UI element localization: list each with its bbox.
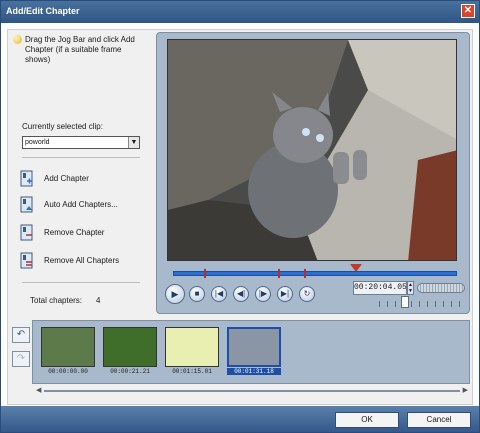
video-preview [167, 39, 457, 261]
stop-icon: ■ [194, 289, 200, 298]
chapter-thumbnail-image [227, 327, 281, 367]
repeat-icon: ↻ [303, 289, 311, 298]
go-to-start-button[interactable]: |◀ [211, 286, 227, 302]
clip-label: Currently selected clip: [22, 122, 103, 131]
dialog-body: Drag the Jog Bar and click Add Chapter (… [7, 29, 473, 405]
jog-bar-handle[interactable] [350, 264, 362, 272]
close-button[interactable]: ✕ [461, 4, 475, 18]
remove-chapter-icon [20, 224, 33, 241]
divider [22, 282, 140, 283]
undo-icon: ↶ [16, 329, 26, 340]
chapter-thumbnail-image [103, 327, 157, 367]
hint-box: Drag the Jog Bar and click Add Chapter (… [13, 35, 143, 65]
redo-icon: ↷ [16, 353, 26, 364]
timecode-field[interactable]: 00:20:04.05 [353, 281, 407, 295]
lightbulb-icon [13, 35, 22, 44]
add-edit-chapter-dialog: Add/Edit Chapter ✕ Drag the Jog Bar and … [0, 0, 480, 433]
divider [22, 157, 140, 158]
undo-button[interactable]: ↶ [12, 327, 30, 343]
cancel-button[interactable]: Cancel [407, 412, 471, 428]
previous-frame-icon: ◀| [236, 289, 246, 298]
scroll-left-icon[interactable]: ◀ [36, 386, 41, 394]
hint-text: Drag the Jog Bar and click Add Chapter (… [25, 35, 135, 64]
redo-button[interactable]: ↷ [12, 351, 30, 367]
chevron-down-icon[interactable]: ▼ [128, 137, 139, 148]
chapter-timecode: 00:00:00.00 [48, 368, 88, 375]
play-button[interactable]: ▶ [165, 284, 185, 304]
clip-dropdown-value: poworld [25, 139, 50, 146]
chapter-marker[interactable] [278, 269, 280, 278]
chapter-marker[interactable] [204, 269, 206, 278]
chapter-marker[interactable] [304, 269, 306, 278]
clip-dropdown[interactable]: poworld ▼ [22, 136, 140, 149]
zoom-slider-thumb[interactable] [401, 296, 409, 308]
chapter-thumbnail-image [41, 327, 95, 367]
chapter-timecode: 00:00:21.21 [110, 368, 150, 375]
title-bar: Add/Edit Chapter ✕ [1, 1, 479, 23]
shuttle-control[interactable] [417, 283, 465, 293]
chapter-strip-scrollbar[interactable]: ◀ ▶ [36, 386, 468, 394]
dialog-footer: OK Cancel [1, 406, 479, 432]
auto-add-chapters-icon [20, 196, 33, 213]
play-icon: ▶ [171, 289, 179, 299]
dialog-title: Add/Edit Chapter [6, 6, 80, 16]
preview-panel: ▶ ■ |◀ ◀| |▶ ▶| ↻ 00:20:04.05 ▲ ▼ [156, 32, 470, 314]
chapter-timecode: 00:01:15.01 [172, 368, 212, 375]
scroll-right-icon[interactable]: ▶ [463, 386, 468, 394]
total-chapters-count: 4 [96, 296, 101, 305]
timeline-bar[interactable] [173, 264, 457, 278]
total-chapters-label: Total chapters: [30, 296, 83, 305]
chapter-thumbnail[interactable]: 00:00:00.00 [41, 327, 95, 377]
auto-add-chapters-label: Auto Add Chapters... [44, 200, 118, 209]
timecode-spinner[interactable]: ▲ ▼ [407, 281, 414, 295]
chapter-thumbnail-image [165, 327, 219, 367]
chapter-thumbnail-selected[interactable]: 00:01:31.18 [227, 327, 281, 377]
remove-all-chapters-icon [20, 252, 33, 269]
zoom-ticks [379, 301, 465, 307]
remove-chapter-label: Remove Chapter [44, 228, 105, 237]
scrollbar-track[interactable] [44, 390, 460, 392]
video-frame-image [168, 40, 456, 260]
stop-button[interactable]: ■ [189, 286, 205, 302]
next-frame-icon: |▶ [258, 289, 268, 298]
chapter-thumbnail[interactable]: 00:00:21.21 [103, 327, 157, 377]
chapter-timecode: 00:01:31.18 [227, 368, 281, 375]
add-chapter-label: Add Chapter [44, 174, 89, 183]
skip-start-icon: |◀ [214, 289, 224, 298]
chapter-thumbnail[interactable]: 00:01:15.01 [165, 327, 219, 377]
ok-button[interactable]: OK [335, 412, 399, 428]
go-to-end-button[interactable]: ▶| [277, 286, 293, 302]
chapter-strip: 00:00:00.00 00:00:21.21 00:01:15.01 00:0… [32, 320, 470, 384]
add-chapter-icon [20, 170, 33, 187]
previous-frame-button[interactable]: ◀| [233, 286, 249, 302]
remove-all-chapters-label: Remove All Chapters [44, 256, 120, 265]
repeat-button[interactable]: ↻ [299, 286, 315, 302]
next-frame-button[interactable]: |▶ [255, 286, 271, 302]
skip-end-icon: ▶| [280, 289, 290, 298]
